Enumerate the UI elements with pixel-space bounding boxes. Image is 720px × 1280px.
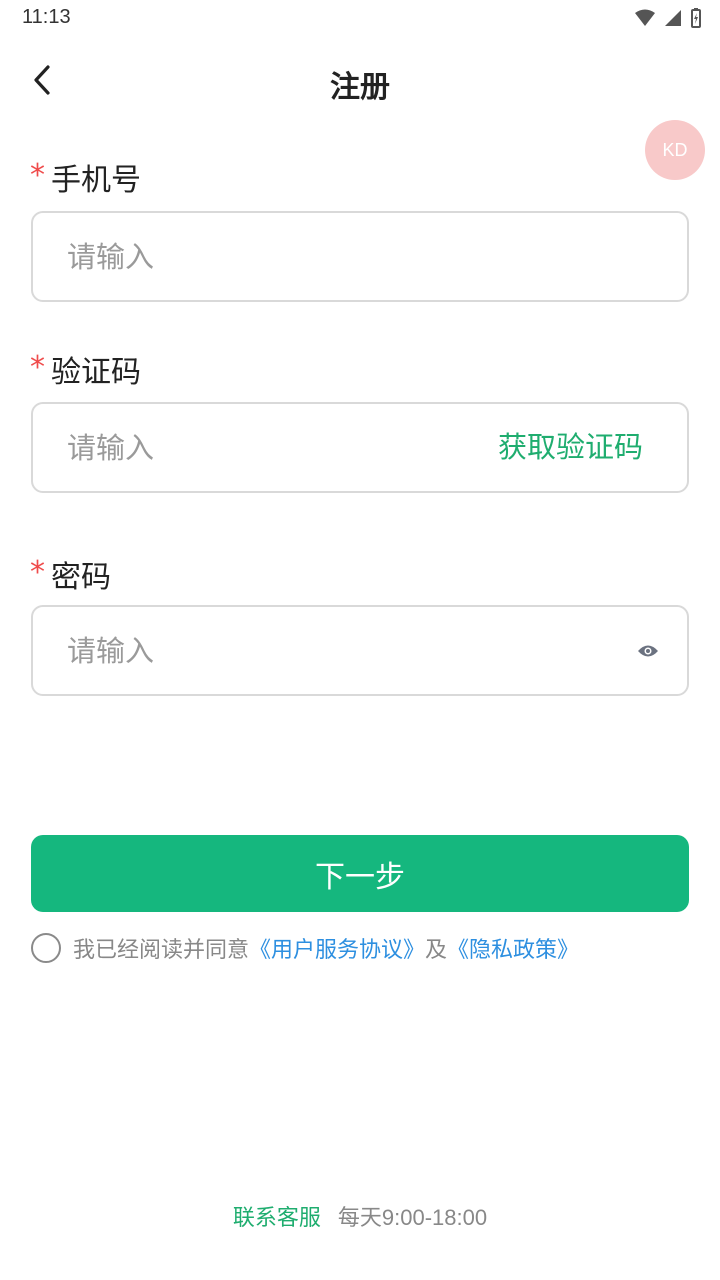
wifi-icon <box>635 9 655 26</box>
support-hours: 每天9:00-18:00 <box>337 1205 488 1230</box>
agreement-text: 我已经阅读并同意 <box>73 938 250 963</box>
status-icons <box>634 8 702 28</box>
page-title: 注册 <box>330 70 390 105</box>
code-input[interactable] <box>67 404 487 491</box>
code-field: 获取验证码 <box>31 402 689 493</box>
agreement-conjunction: 及 <box>425 938 448 963</box>
toggle-password-visibility[interactable] <box>633 636 663 666</box>
agreement-checkbox[interactable] <box>31 933 61 963</box>
password-label: 密码 <box>51 560 111 595</box>
next-button[interactable]: 下一步 <box>31 835 689 912</box>
status-time: 11:13 <box>22 6 71 28</box>
privacy-policy-link[interactable]: 《隐私政策》 <box>447 932 579 964</box>
phone-label: 手机号 <box>51 163 141 198</box>
required-mark: * <box>30 554 45 590</box>
contact-support-link[interactable]: 联系客服 <box>233 1206 321 1231</box>
phone-field <box>31 211 689 302</box>
user-agreement-link[interactable]: 《用户服务协议》 <box>249 932 425 964</box>
required-mark: * <box>30 349 45 385</box>
code-label: 验证码 <box>51 355 141 390</box>
nav-bar: 注册 <box>0 44 720 116</box>
phone-label-row: * 手机号 <box>30 155 141 199</box>
floating-kd-button[interactable]: KD <box>645 120 705 180</box>
signal-icon <box>665 10 681 26</box>
required-mark: * <box>30 157 45 193</box>
footer: 联系客服 每天9:00-18:00 <box>0 1200 720 1232</box>
battery-icon <box>691 8 701 28</box>
eye-icon <box>638 645 658 657</box>
status-bar: 11:13 <box>0 0 720 36</box>
phone-input[interactable] <box>67 213 487 300</box>
password-label-row: * 密码 <box>30 552 111 596</box>
agreement-row: 我已经阅读并同意 《用户服务协议》 及 《隐私政策》 <box>31 930 579 966</box>
password-input[interactable] <box>67 607 487 694</box>
code-label-row: * 验证码 <box>30 347 141 391</box>
get-code-button[interactable]: 获取验证码 <box>498 404 643 491</box>
password-field <box>31 605 689 696</box>
